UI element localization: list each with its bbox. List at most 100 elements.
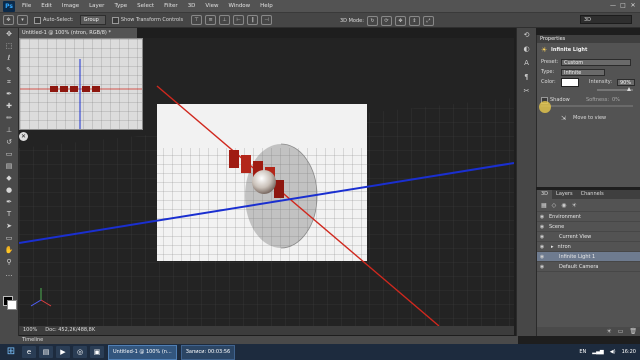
character-panel-icon[interactable]: A — [517, 56, 536, 70]
canvas-area[interactable]: ✕ — [19, 38, 514, 326]
workspace-select[interactable]: 3D — [580, 15, 632, 24]
eye-icon[interactable]: ◉ — [537, 224, 547, 230]
eraser-tool-icon[interactable]: ▭ — [0, 148, 18, 160]
secondary-view[interactable] — [19, 38, 143, 130]
filter-lights-icon[interactable]: ☀ — [572, 202, 577, 209]
preset-dropdown[interactable]: Custom — [561, 58, 631, 66]
eyedropper-tool-icon[interactable]: ✒ — [0, 88, 18, 100]
eye-icon[interactable]: ◉ — [537, 214, 547, 220]
type-tool-icon[interactable]: T — [0, 208, 18, 220]
menu-select[interactable]: Select — [132, 3, 159, 9]
eye-icon[interactable]: ◉ — [537, 264, 547, 270]
network-icon[interactable]: ▂▄▆ — [592, 349, 604, 355]
move-tool-icon[interactable]: ✥ — [3, 15, 14, 25]
new-light-icon[interactable]: ☀ — [606, 328, 611, 335]
lasso-tool-icon[interactable]: ℓ — [0, 52, 18, 64]
zoom-tool-icon[interactable]: ⚲ — [0, 256, 18, 268]
menu-file[interactable]: File — [17, 3, 36, 9]
trash-icon[interactable]: 🗑 — [629, 328, 637, 335]
filter-whole-scene-icon[interactable]: ▦ — [541, 202, 547, 209]
gradient-tool-icon[interactable]: ▤ — [0, 160, 18, 172]
new-object-icon[interactable]: ▭ — [618, 328, 624, 335]
document-tab[interactable]: Untitled-1 @ 100% (ntron, RGB/8) * — [19, 28, 137, 38]
align-left-icon[interactable]: ⊢ — [233, 15, 245, 25]
paragraph-panel-icon[interactable]: ¶ — [517, 70, 536, 84]
drag-3d-icon[interactable]: ✥ — [394, 16, 406, 26]
slide-3d-icon[interactable]: ⇕ — [408, 16, 420, 26]
show-transform-checkbox[interactable] — [111, 16, 119, 24]
eye-icon[interactable]: ◉ — [537, 244, 547, 250]
auto-select-checkbox[interactable] — [34, 16, 41, 24]
zoom-level[interactable]: 100% — [19, 326, 41, 335]
hand-tool-icon[interactable]: ✋ — [0, 244, 18, 256]
menu-window[interactable]: Window — [223, 3, 255, 9]
filter-meshes-icon[interactable]: ◇ — [552, 202, 557, 209]
intensity-slider[interactable] — [597, 87, 633, 91]
list-item[interactable]: ◉ Infinite Light 1 — [537, 252, 640, 262]
eye-icon[interactable]: ◉ — [537, 254, 547, 260]
tab-channels[interactable]: Channels — [577, 190, 608, 199]
crop-tool-icon[interactable]: ⌗ — [0, 76, 18, 88]
history-panel-icon[interactable]: ⟲ — [517, 28, 536, 42]
stamp-tool-icon[interactable]: ⊥ — [0, 124, 18, 136]
list-item[interactable]: ◉ Environment — [537, 212, 640, 222]
list-item[interactable]: ◉ Default Camera — [537, 262, 640, 272]
menu-help[interactable]: Help — [255, 3, 278, 9]
language-indicator[interactable]: EN — [579, 349, 586, 355]
adjustments-panel-icon[interactable]: ◐ — [517, 42, 536, 56]
pen-tool-icon[interactable]: ✒ — [0, 196, 18, 208]
dodge-tool-icon[interactable]: ● — [0, 184, 18, 196]
properties-tab[interactable]: Properties — [537, 35, 640, 43]
extra-tools-icon[interactable]: … — [0, 268, 18, 280]
menu-view[interactable]: View — [200, 3, 223, 9]
tools-panel-icon[interactable]: ✂ — [517, 84, 536, 98]
menu-layer[interactable]: Layer — [84, 3, 109, 9]
close-button[interactable]: ✕ — [628, 0, 638, 11]
rotate-3d-icon[interactable]: ↻ — [366, 16, 378, 26]
clock[interactable]: 16:20 — [622, 349, 636, 355]
move-tool-icon[interactable]: ✥ — [0, 28, 18, 40]
menu-3d[interactable]: 3D — [183, 3, 201, 9]
menu-type[interactable]: Type — [109, 3, 132, 9]
brush-tool-icon[interactable]: ✏ — [0, 112, 18, 124]
light-color-swatch[interactable] — [561, 77, 579, 87]
start-button-icon[interactable]: ⊞ — [3, 345, 19, 359]
menu-image[interactable]: Image — [57, 3, 84, 9]
intensity-slider-thumb[interactable] — [627, 87, 631, 91]
move-to-view-icon[interactable]: ⇲ — [561, 115, 573, 122]
align-center-icon[interactable]: ‖ — [247, 15, 259, 25]
timeline-panel-tab[interactable]: Timeline — [0, 336, 518, 344]
history-brush-tool-icon[interactable]: ↺ — [0, 136, 18, 148]
blur-tool-icon[interactable]: ◆ — [0, 172, 18, 184]
softness-slider[interactable] — [541, 105, 633, 107]
healing-tool-icon[interactable]: ✚ — [0, 100, 18, 112]
tool-preset-icon[interactable]: ▾ — [17, 15, 28, 25]
auto-select-option[interactable]: Auto-Select: — [34, 16, 74, 24]
minimize-button[interactable]: — — [608, 0, 618, 11]
maximize-button[interactable]: □ — [618, 0, 628, 11]
media-player-icon[interactable]: ▶ — [56, 346, 70, 358]
tab-layers[interactable]: Layers — [552, 190, 577, 199]
roll-3d-icon[interactable]: ⟳ — [380, 16, 392, 26]
align-bottom-icon[interactable]: ⊥ — [219, 15, 231, 25]
taskbar-recorder-task[interactable]: Записи: 00:03:56 — [180, 344, 236, 360]
quick-select-tool-icon[interactable]: ✎ — [0, 64, 18, 76]
marquee-tool-icon[interactable]: ⬚ — [0, 40, 18, 52]
taskbar-photoshop-task[interactable]: Untitled-1 @ 100% (n... — [108, 344, 177, 360]
app-icon[interactable]: ▣ — [90, 346, 104, 358]
ie-icon[interactable]: e — [22, 346, 36, 358]
menu-edit[interactable]: Edit — [36, 3, 57, 9]
path-select-tool-icon[interactable]: ➤ — [0, 220, 18, 232]
align-right-icon[interactable]: ⊣ — [261, 15, 273, 25]
align-middle-icon[interactable]: ≡ — [205, 15, 217, 25]
explorer-icon[interactable]: ▤ — [39, 346, 53, 358]
close-secondary-view-icon[interactable]: ✕ — [19, 132, 28, 141]
align-top-icon[interactable]: ⊤ — [191, 15, 203, 25]
shape-tool-icon[interactable]: ▭ — [0, 232, 18, 244]
filter-materials-icon[interactable]: ◉ — [561, 202, 566, 209]
chrome-icon[interactable]: ◎ — [73, 346, 87, 358]
move-to-view-button[interactable]: Move to view — [573, 115, 606, 121]
auto-select-target-dropdown[interactable]: Group — [79, 15, 106, 25]
show-transform-option[interactable]: Show Transform Controls — [111, 16, 183, 24]
type-dropdown[interactable]: Infinite — [561, 68, 605, 76]
